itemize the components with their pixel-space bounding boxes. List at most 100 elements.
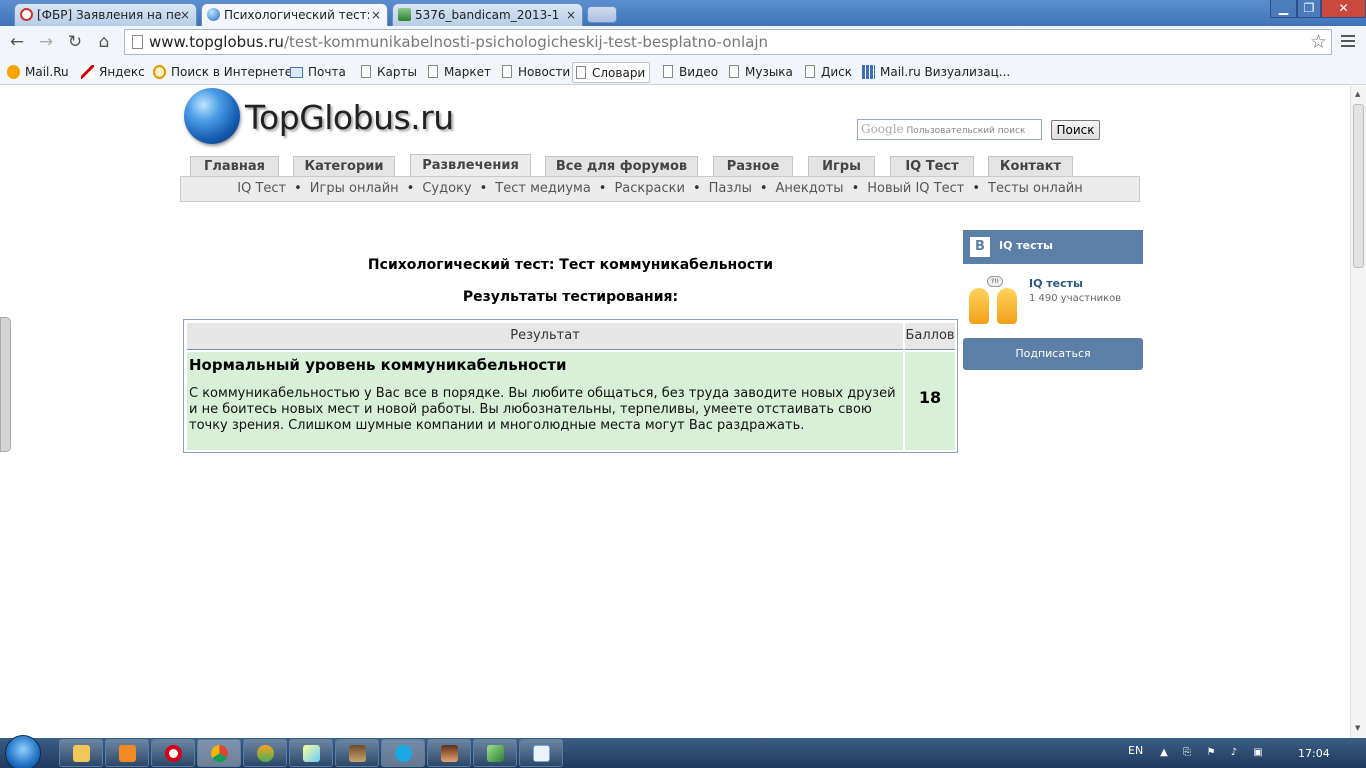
taskbar-app[interactable]	[381, 739, 425, 767]
taskbar-app[interactable]	[335, 739, 379, 767]
subnav-separator: •	[851, 181, 860, 196]
nav-iq-test[interactable]: IQ Тест	[890, 156, 974, 177]
bookmark-yandex[interactable]: Яндекс	[80, 62, 145, 83]
minimize-button[interactable]: ▁	[1270, 0, 1297, 18]
page-scrollbar[interactable]: ▲ ▼	[1350, 86, 1366, 738]
yandex-icon	[81, 65, 94, 79]
search-placeholder: Пользовательский поиск	[906, 126, 1026, 136]
nav-contact[interactable]: Контакт	[988, 156, 1073, 177]
bookmark-dictionaries[interactable]: Словари	[572, 62, 651, 83]
volume-icon[interactable]: ♪	[1228, 747, 1240, 759]
action-center-flag-icon[interactable]: ⚑	[1205, 747, 1217, 759]
taskbar-app[interactable]	[151, 739, 195, 767]
start-button[interactable]	[5, 735, 41, 768]
bookmark-news[interactable]: Новости	[499, 62, 570, 83]
result-description: С коммуникабельностью у Вас все в порядк…	[189, 386, 896, 433]
bookmark-maps[interactable]: Карты	[358, 62, 417, 83]
subnav-iq-test[interactable]: IQ Тест	[237, 181, 286, 196]
menu-icon[interactable]	[1341, 32, 1357, 52]
result-level: Нормальный уровень коммуникабельности	[189, 356, 567, 374]
search-button[interactable]: Поиск	[1051, 120, 1100, 140]
taskbar-app[interactable]	[243, 739, 287, 767]
sub-nav: IQ Тест • Игры онлайн • Судоку • Тест медиума •…	[180, 176, 1140, 202]
subscribe-button[interactable]: Подписаться	[963, 338, 1143, 370]
page-icon	[361, 65, 371, 78]
side-panel-handle[interactable]	[0, 317, 11, 452]
subnav-separator: •	[692, 181, 701, 196]
nav-categories[interactable]: Категории	[293, 156, 395, 177]
url-host: www.topglobus.ru	[149, 33, 284, 51]
language-indicator[interactable]: EN	[1128, 744, 1143, 757]
vk-logo-icon: В	[970, 237, 990, 257]
taskbar-app[interactable]	[59, 739, 103, 767]
taskbar-app[interactable]	[427, 739, 471, 767]
bookmark-market[interactable]: Маркет	[425, 62, 491, 83]
tab-title: Психологический тест: Т	[224, 8, 369, 22]
bookmark-mailru[interactable]: Mail.Ru	[6, 62, 69, 83]
tab-bandicam[interactable]: 5376_bandicam_2013-10-1 ×	[392, 3, 583, 26]
subnav-games-online[interactable]: Игры онлайн	[310, 181, 399, 196]
forward-arrow-icon[interactable]: →	[35, 31, 57, 53]
bookmark-mail[interactable]: Почта	[289, 62, 346, 83]
address-bar[interactable]: www.topglobus.ru/test-kommunikabelnosti-…	[124, 29, 1332, 55]
result-cell: Нормальный уровень коммуникабельности С …	[187, 352, 903, 450]
network-icon[interactable]: ▣	[1252, 747, 1264, 759]
nav-entertainment[interactable]: Развлечения	[410, 154, 531, 177]
vk-group-name[interactable]: IQ тесты	[1029, 277, 1083, 290]
bookmark-video[interactable]: Видео	[660, 62, 718, 83]
subnav-separator: •	[598, 181, 607, 196]
nav-forums[interactable]: Все для форумов	[545, 156, 698, 177]
home-icon[interactable]: ⌂	[93, 31, 115, 53]
subnav-new-iq-test[interactable]: Новый IQ Тест	[867, 181, 964, 196]
scroll-thumb[interactable]	[1353, 104, 1364, 268]
taskbar-app[interactable]	[519, 739, 563, 767]
reload-icon[interactable]: ↻	[64, 31, 86, 53]
scroll-up-icon[interactable]: ▲	[1355, 90, 1360, 98]
new-tab-button[interactable]	[587, 6, 617, 23]
bookmark-disk[interactable]: Диск	[802, 62, 852, 83]
grid-icon	[862, 65, 875, 79]
subnav-puzzles[interactable]: Пазлы	[709, 181, 752, 196]
subnav-sudoku[interactable]: Судоку	[422, 181, 471, 196]
site-logo-text[interactable]: TopGlobus.ru	[245, 98, 454, 137]
bookmark-mailru-visual[interactable]: Mail.ru Визуализац...	[861, 62, 1010, 83]
subnav-jokes[interactable]: Анекдоты	[776, 181, 844, 196]
vk-members-count: 1 490 участников	[1029, 293, 1122, 304]
usb-device-icon[interactable]: ⎘	[1181, 747, 1193, 759]
show-hidden-icons-icon[interactable]: ▲	[1158, 747, 1170, 759]
explorer-icon	[73, 745, 90, 762]
bookmark-label: Видео	[679, 65, 719, 79]
bookmark-label: Карты	[377, 65, 417, 79]
scroll-down-icon[interactable]: ▼	[1355, 724, 1360, 732]
subnav-medium-test[interactable]: Тест медиума	[495, 181, 591, 196]
tab-close-icon[interactable]: ×	[371, 4, 381, 26]
bookmark-label: Диск	[821, 65, 853, 79]
maximize-button[interactable]: ❐	[1297, 0, 1321, 18]
subnav-tests-online[interactable]: Тесты онлайн	[988, 181, 1083, 196]
back-arrow-icon[interactable]: ←	[6, 31, 28, 53]
globe-logo-icon[interactable]	[184, 88, 240, 144]
tab-title: [ФБР] Заявления на пере	[37, 8, 182, 22]
web-page: TopGlobus.ru Google Пользовательский пои…	[0, 86, 1350, 738]
tab-close-icon[interactable]: ×	[566, 4, 576, 26]
nav-home[interactable]: Главная	[190, 156, 279, 177]
bookmark-music[interactable]: Музыка	[726, 62, 793, 83]
vk-widget-header[interactable]: В IQ тесты	[963, 230, 1143, 264]
taskbar-app[interactable]	[289, 739, 333, 767]
close-window-button[interactable]: ✕	[1321, 0, 1366, 18]
site-search-input[interactable]: Google Пользовательский поиск	[857, 119, 1042, 140]
group-avatar[interactable]: ?!!	[967, 276, 1021, 326]
tab-fbr[interactable]: [ФБР] Заявления на пере ×	[14, 3, 197, 26]
clock[interactable]: 17:04	[1298, 747, 1330, 760]
taskbar-app[interactable]	[197, 739, 241, 767]
taskbar-app[interactable]	[105, 739, 149, 767]
nav-misc[interactable]: Разное	[713, 156, 793, 177]
bookmark-star-icon[interactable]: ☆	[1310, 30, 1327, 54]
taskbar-app[interactable]	[473, 739, 517, 767]
subnav-coloring[interactable]: Раскраски	[614, 181, 684, 196]
tab-psych-test[interactable]: Психологический тест: Т ×	[201, 3, 388, 26]
tab-close-icon[interactable]: ×	[180, 4, 190, 26]
vk-widget-title: IQ тесты	[999, 239, 1053, 252]
bookmark-search[interactable]: Поиск в Интернете	[152, 62, 292, 83]
nav-games[interactable]: Игры	[808, 156, 875, 177]
